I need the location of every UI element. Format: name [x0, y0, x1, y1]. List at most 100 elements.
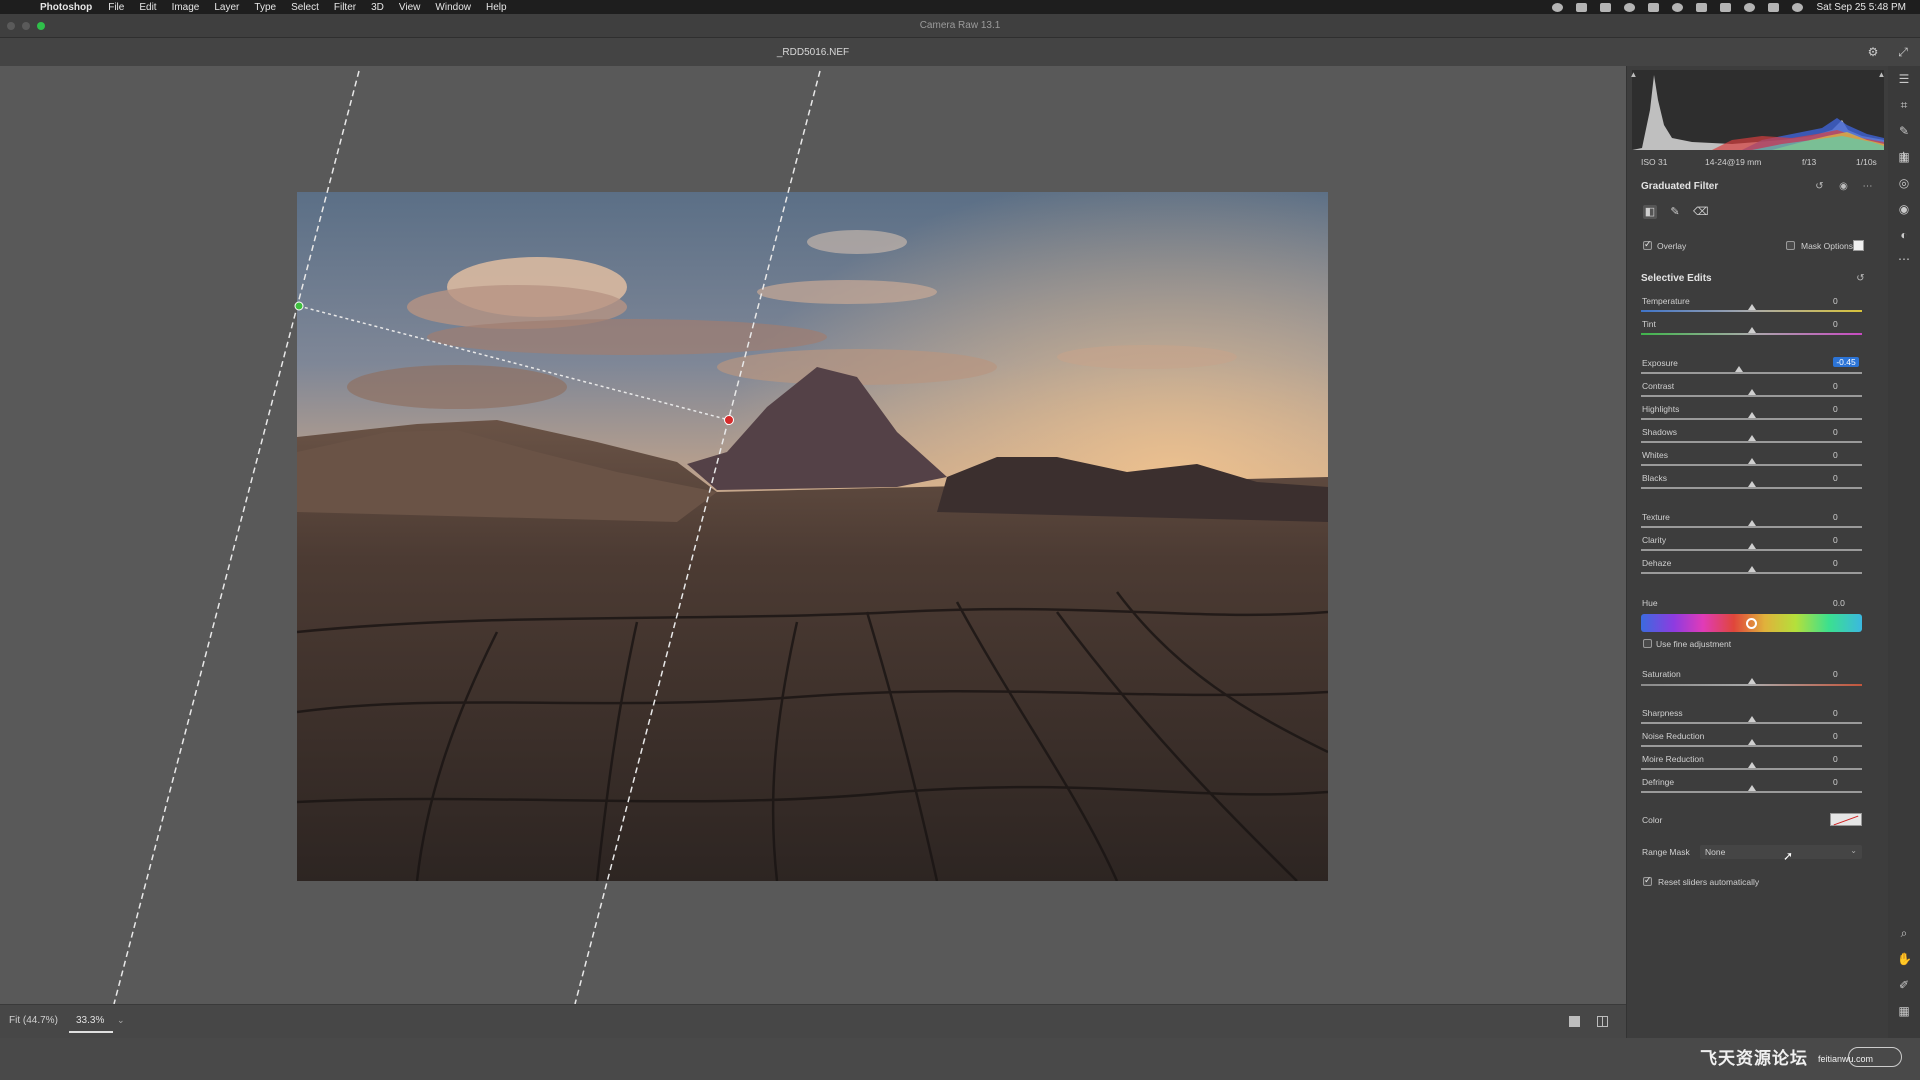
mask-options-checkbox[interactable]	[1786, 241, 1795, 250]
hue-thumb[interactable]	[1746, 618, 1757, 629]
more-tools-icon[interactable]: ⋯	[1897, 252, 1911, 266]
filter-start-pin[interactable]	[294, 301, 304, 311]
whites-thumb[interactable]	[1747, 458, 1756, 464]
more-options-icon[interactable]: ⋯	[1862, 181, 1873, 192]
overlay-checkbox[interactable]	[1643, 239, 1652, 250]
whites-value[interactable]: 0	[1833, 450, 1859, 460]
wifi-icon[interactable]	[1720, 2, 1732, 12]
filter-center-line[interactable]	[298, 305, 730, 421]
noise-reduction-slider[interactable]	[1641, 745, 1862, 747]
reset-sliders-checkbox[interactable]	[1643, 875, 1652, 886]
grid-icon[interactable]: ▦	[1897, 1004, 1911, 1018]
tint-slider[interactable]	[1641, 333, 1862, 335]
fine-adjustment-checkbox[interactable]	[1643, 639, 1652, 648]
filter-start-line[interactable]	[113, 70, 360, 1004]
temperature-thumb[interactable]	[1747, 304, 1756, 310]
texture-slider[interactable]	[1641, 526, 1862, 528]
selective-edits-reset-icon[interactable]: ↺	[1855, 273, 1866, 284]
zoom-level-value[interactable]: 33.3%	[76, 1015, 104, 1026]
clarity-value[interactable]: 0	[1833, 535, 1859, 545]
clarity-thumb[interactable]	[1747, 543, 1756, 549]
sharpness-value[interactable]: 0	[1833, 708, 1859, 718]
shadows-slider[interactable]	[1641, 441, 1862, 443]
clock[interactable]: Sat Sep 25 5:48 PM	[1816, 2, 1906, 13]
sharpness-slider[interactable]	[1641, 722, 1862, 724]
filter-end-pin[interactable]	[724, 415, 734, 425]
eye-icon[interactable]: ◉	[1838, 181, 1849, 192]
hue-value[interactable]: 0.0	[1833, 598, 1859, 608]
texture-thumb[interactable]	[1747, 520, 1756, 526]
spot-removal-icon[interactable]: ✎	[1897, 124, 1911, 138]
highlights-thumb[interactable]	[1747, 412, 1756, 418]
image-canvas[interactable]	[0, 66, 1626, 1004]
spotlight-search-icon[interactable]	[1744, 2, 1756, 12]
noise-reduction-value[interactable]: 0	[1833, 731, 1859, 741]
menu-window[interactable]: Window	[435, 2, 471, 13]
contrast-slider[interactable]	[1641, 395, 1862, 397]
range-mask-select[interactable]: None ⌄	[1700, 845, 1862, 859]
display-icon[interactable]	[1600, 2, 1612, 12]
moire-reduction-thumb[interactable]	[1747, 762, 1756, 768]
blacks-value[interactable]: 0	[1833, 473, 1859, 483]
control-center-icon[interactable]	[1768, 2, 1780, 12]
blacks-thumb[interactable]	[1747, 481, 1756, 487]
menu-3d[interactable]: 3D	[371, 2, 384, 13]
contrast-value[interactable]: 0	[1833, 381, 1859, 391]
hand-tool-icon[interactable]: ✋	[1897, 952, 1912, 966]
highlights-value[interactable]: 0	[1833, 404, 1859, 414]
saturation-value[interactable]: 0	[1833, 669, 1859, 679]
menu-file[interactable]: File	[108, 2, 124, 13]
menu-view[interactable]: View	[399, 2, 421, 13]
menu-edit[interactable]: Edit	[139, 2, 156, 13]
menu-help[interactable]: Help	[486, 2, 507, 13]
tint-value[interactable]: 0	[1833, 319, 1859, 329]
temperature-value[interactable]: 0	[1833, 296, 1859, 306]
defringe-thumb[interactable]	[1747, 785, 1756, 791]
mask-color-swatch[interactable]	[1853, 240, 1864, 251]
single-view-icon[interactable]	[1569, 1016, 1580, 1027]
eraser-icon[interactable]: ⌫	[1693, 205, 1709, 219]
sharpness-thumb[interactable]	[1747, 716, 1756, 722]
noise-reduction-thumb[interactable]	[1747, 739, 1756, 745]
flame-icon[interactable]	[1624, 2, 1636, 12]
exposure-slider[interactable]	[1641, 372, 1862, 374]
highlight-clipping-icon[interactable]: ▲	[1876, 69, 1887, 80]
menu-select[interactable]: Select	[291, 2, 319, 13]
menu-type[interactable]: Type	[254, 2, 276, 13]
clarity-slider[interactable]	[1641, 549, 1862, 551]
dehaze-value[interactable]: 0	[1833, 558, 1859, 568]
siri-icon[interactable]	[1792, 2, 1804, 12]
snapshots-icon[interactable]: ◐	[1897, 228, 1911, 242]
moire-reduction-value[interactable]: 0	[1833, 754, 1859, 764]
fullscreen-icon[interactable]: ⤢	[1897, 46, 1909, 58]
graduated-filter-tool-icon[interactable]: ▦	[1897, 150, 1911, 164]
dehaze-thumb[interactable]	[1747, 566, 1756, 572]
red-eye-icon[interactable]: ◉	[1897, 202, 1911, 216]
contrast-thumb[interactable]	[1747, 389, 1756, 395]
dehaze-slider[interactable]	[1641, 572, 1862, 574]
defringe-slider[interactable]	[1641, 791, 1862, 793]
filter-end-line[interactable]	[574, 70, 821, 1004]
zoom-fit-button[interactable]: Fit (44.7%)	[9, 1015, 58, 1026]
exposure-thumb[interactable]	[1735, 366, 1744, 372]
texture-value[interactable]: 0	[1833, 512, 1859, 522]
shadows-thumb[interactable]	[1747, 435, 1756, 441]
shadow-clipping-icon[interactable]: ▲	[1628, 69, 1639, 80]
radial-filter-icon[interactable]: ◎	[1897, 176, 1911, 190]
blacks-slider[interactable]	[1641, 487, 1862, 489]
moire-reduction-slider[interactable]	[1641, 768, 1862, 770]
menu-app-name[interactable]: Photoshop	[40, 2, 92, 13]
color-picker-swatch[interactable]	[1830, 813, 1862, 826]
saturation-slider[interactable]	[1641, 684, 1862, 686]
dropbox-icon[interactable]	[1648, 2, 1660, 12]
brush-icon[interactable]: ✎	[1668, 205, 1682, 219]
tint-thumb[interactable]	[1747, 327, 1756, 333]
new-mask-icon[interactable]: ◧	[1643, 205, 1657, 219]
creative-cloud-icon[interactable]	[1576, 2, 1588, 12]
zoom-tool-icon[interactable]: ⌕	[1897, 926, 1911, 940]
menu-layer[interactable]: Layer	[214, 2, 239, 13]
bluetooth-icon[interactable]	[1696, 2, 1708, 12]
highlights-slider[interactable]	[1641, 418, 1862, 420]
white-balance-tool-icon[interactable]: ✐	[1897, 978, 1911, 992]
menu-filter[interactable]: Filter	[334, 2, 356, 13]
